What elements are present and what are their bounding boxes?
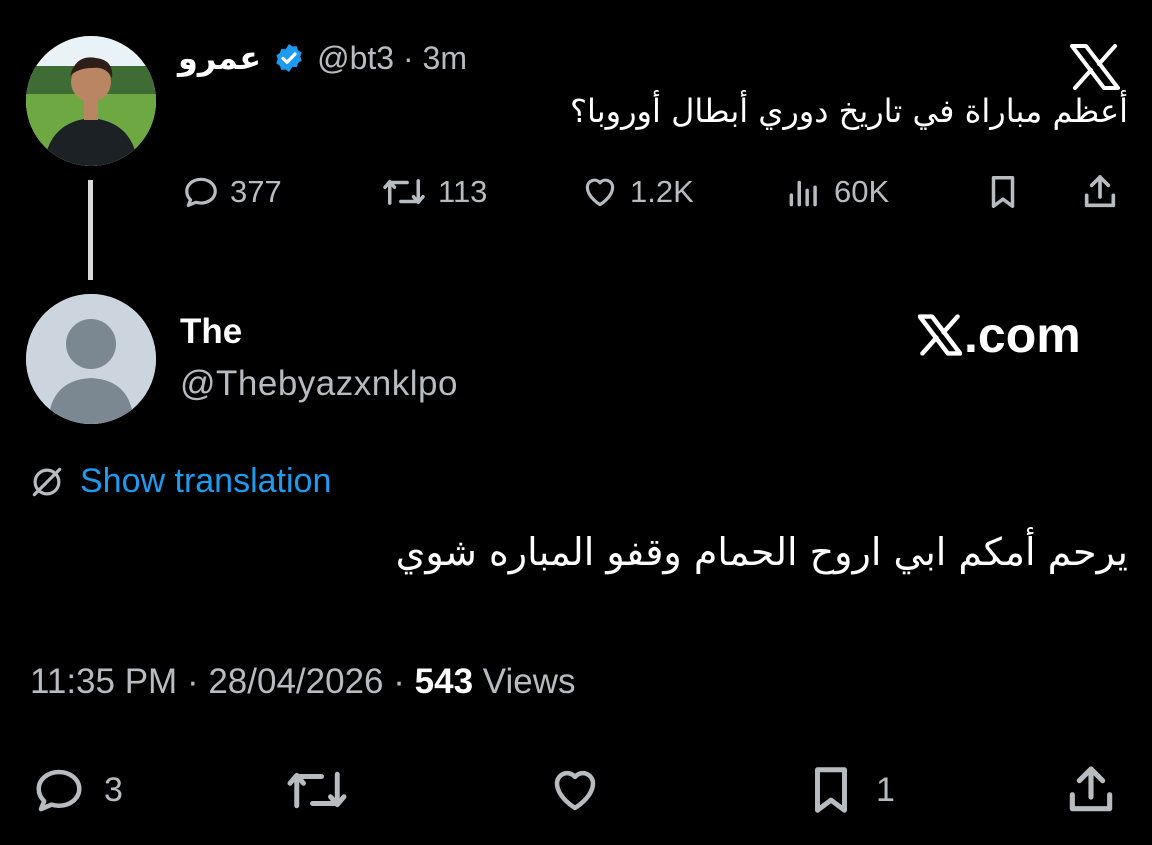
reply-date[interactable]: 28/04/2026	[208, 662, 383, 701]
repost-count: 113	[438, 174, 488, 209]
tweet-time[interactable]: 3m	[423, 40, 467, 76]
author-avatar[interactable]	[26, 36, 156, 166]
repost-button[interactable]: 113	[380, 168, 487, 216]
brand-domain: .com	[964, 307, 1081, 363]
globe-icon	[28, 463, 66, 501]
reply-icon	[182, 173, 220, 211]
repost-icon	[282, 763, 352, 817]
author-handle[interactable]: @bt3	[317, 40, 394, 76]
views-label: Views	[482, 662, 576, 701]
bookmark-icon	[800, 763, 862, 817]
reply-icon	[28, 763, 90, 817]
reply-author-handle[interactable]: @Thebyazxnklpo	[180, 364, 458, 404]
bookmark-count: 1	[876, 770, 895, 809]
heart-icon	[580, 173, 620, 211]
share-icon	[1060, 762, 1122, 818]
bookmark-button[interactable]	[984, 168, 1022, 216]
reply-time[interactable]: 11:35 PM	[30, 662, 177, 701]
views-button[interactable]: 60K	[784, 168, 889, 216]
like-button[interactable]: 1.2K	[580, 168, 694, 216]
separator-dot: ·	[393, 662, 405, 701]
reply-action-bar: 3 1	[0, 760, 1152, 820]
views-count: 60K	[834, 174, 890, 209]
share-icon	[1080, 172, 1120, 212]
reply-count: 377	[230, 174, 282, 209]
heart-icon	[544, 763, 606, 817]
reply-metadata: 11:35 PM · 28/04/2026 · 543 Views	[30, 662, 576, 702]
reply-button[interactable]: 377	[182, 168, 282, 216]
bookmark-icon	[984, 173, 1022, 211]
repost-button[interactable]	[282, 760, 352, 820]
like-button[interactable]	[544, 760, 606, 820]
share-button[interactable]	[1060, 760, 1122, 820]
reply-button[interactable]: 3	[28, 760, 123, 820]
show-translation-label[interactable]: Show translation	[80, 462, 331, 501]
reply-count: 3	[104, 770, 123, 809]
bar-chart-icon	[784, 173, 824, 211]
views-count: 543	[414, 662, 474, 701]
reply-author-avatar[interactable]	[26, 294, 156, 424]
x-logo-icon	[1070, 44, 1120, 90]
bookmark-button[interactable]: 1	[800, 760, 895, 820]
thread-line	[88, 180, 93, 280]
separator-dot: ·	[186, 662, 199, 701]
share-button[interactable]	[1080, 168, 1120, 216]
tweet-text: أعظم مباراة في تاريخ دوري أبطال أوروبا؟	[570, 92, 1128, 130]
reply-text: يرحم أمكم ابي اروح الحمام وقفو المباره ش…	[395, 530, 1128, 574]
tweet-header: عمرو @bt3 · 3m	[178, 36, 467, 80]
repost-icon	[380, 173, 428, 211]
like-count: 1.2K	[630, 174, 694, 209]
reply-author-name[interactable]: The	[180, 312, 242, 352]
tweet-action-bar: 377 113 1.2K 60K	[180, 168, 1130, 216]
show-translation-link[interactable]: Show translation	[28, 462, 331, 501]
author-name[interactable]: عمرو	[178, 39, 261, 77]
verified-badge-icon	[273, 42, 305, 74]
x-brand-watermark: .com	[918, 306, 1081, 364]
separator-dot: ·	[402, 39, 414, 76]
x-logo-icon	[918, 314, 962, 356]
